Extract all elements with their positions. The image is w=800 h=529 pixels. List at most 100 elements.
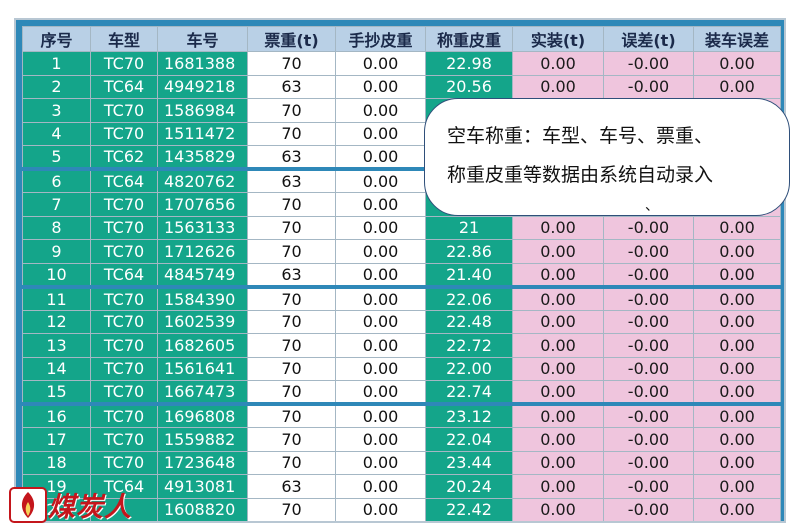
cell-loading-error: 0.00 — [693, 380, 781, 405]
cell-wagon-type: TC70 — [90, 333, 158, 358]
header-ticket-weight[interactable]: 票重(t) — [247, 26, 336, 52]
cell-actual-load: 0.00 — [512, 497, 604, 521]
cell-ticket-weight: 70 — [247, 121, 336, 146]
cell-wagon-type: TC64 — [90, 74, 158, 99]
cell-wagon-number: 1681388 — [157, 51, 248, 76]
weighing-screen: 序号 车型 车号 票重(t) 手抄皮重 称重皮重 实装(t) 误差(t) 装车误… — [14, 18, 786, 523]
cell-manual-tare: 0.00 — [335, 262, 426, 287]
cell-ticket-weight: 70 — [247, 497, 336, 521]
cell-weighed-tare: 21.40 — [425, 262, 513, 287]
cell-index: 7 — [22, 192, 91, 217]
cell-error: -0.00 — [603, 333, 694, 358]
callout-mark: 、 — [645, 198, 659, 214]
cell-loading-error: 0.00 — [693, 215, 781, 240]
cell-weighed-tare: 22.06 — [425, 284, 513, 311]
cell-wagon-number: 1511472 — [157, 121, 248, 146]
cell-manual-tare: 0.00 — [335, 474, 426, 499]
watermark-text: 煤炭人 — [48, 492, 132, 523]
cell-error: -0.00 — [603, 380, 694, 405]
table-row[interactable]: 15 TC70 1667473 70 0.00 22.74 0.00 -0.00 0.00 — [22, 380, 781, 405]
cell-index: 8 — [22, 215, 91, 240]
cell-ticket-weight: 70 — [247, 192, 336, 217]
cell-weighed-tare: 20.56 — [425, 74, 513, 99]
cell-wagon-number: 1584390 — [157, 284, 248, 311]
cell-wagon-type: TC70 — [90, 215, 158, 240]
cell-wagon-number: 4913081 — [157, 474, 248, 499]
table-row[interactable]: 18 TC70 1723648 70 0.00 23.44 0.00 -0.00 0.00 — [22, 450, 781, 475]
cell-actual-load: 0.00 — [512, 284, 604, 311]
table-row[interactable]: 17 TC70 1559882 70 0.00 22.04 0.00 -0.00 0.00 — [22, 427, 781, 452]
cell-loading-error: 0.00 — [693, 74, 781, 99]
cell-weighed-tare: 23.44 — [425, 450, 513, 475]
cell-wagon-number: 4845749 — [157, 262, 248, 287]
header-manual-tare[interactable]: 手抄皮重 — [335, 26, 426, 52]
cell-wagon-type: TC70 — [90, 121, 158, 146]
header-wagon-type[interactable]: 车型 — [90, 26, 158, 52]
cell-error: -0.00 — [603, 427, 694, 452]
cell-error: -0.00 — [603, 51, 694, 76]
cell-wagon-number: 4949218 — [157, 74, 248, 99]
cell-loading-error: 0.00 — [693, 262, 781, 287]
cell-ticket-weight: 70 — [247, 309, 336, 334]
cell-actual-load: 0.00 — [512, 309, 604, 334]
cell-index: 2 — [22, 74, 91, 99]
cell-actual-load: 0.00 — [512, 356, 604, 381]
cell-manual-tare: 0.00 — [335, 497, 426, 521]
header-weighed-tare[interactable]: 称重皮重 — [425, 26, 513, 52]
header-error[interactable]: 误差(t) — [603, 26, 694, 52]
cell-ticket-weight: 63 — [247, 262, 336, 287]
cell-actual-load: 0.00 — [512, 450, 604, 475]
cell-ticket-weight: 63 — [247, 474, 336, 499]
cell-wagon-number: 1563133 — [157, 215, 248, 240]
cell-wagon-type: TC64 — [90, 262, 158, 287]
table-row[interactable]: 10 TC64 4845749 63 0.00 21.40 0.00 -0.00 0.00 — [22, 262, 781, 287]
header-actual-load[interactable]: 实装(t) — [512, 26, 604, 52]
callout-line-2: 称重皮重等数据由系统自动录入 — [447, 164, 714, 186]
cell-loading-error: 0.00 — [693, 402, 781, 428]
table-row[interactable]: 12 TC70 1602539 70 0.00 22.48 0.00 -0.00 0.00 — [22, 309, 781, 334]
cell-ticket-weight: 70 — [247, 239, 336, 264]
cell-error: -0.00 — [603, 497, 694, 521]
cell-ticket-weight: 70 — [247, 51, 336, 76]
table-row[interactable]: 14 TC70 1561641 70 0.00 22.00 0.00 -0.00 0.00 — [22, 356, 781, 381]
cell-weighed-tare: 22.72 — [425, 333, 513, 358]
cell-loading-error: 0.00 — [693, 309, 781, 334]
cell-manual-tare: 0.00 — [335, 356, 426, 381]
cell-wagon-number: 1586984 — [157, 98, 248, 123]
cell-index: 17 — [22, 427, 91, 452]
cell-actual-load: 0.00 — [512, 427, 604, 452]
table-row[interactable]: 13 TC70 1682605 70 0.00 22.72 0.00 -0.00 0.00 — [22, 333, 781, 358]
header-loading-error[interactable]: 装车误差 — [693, 26, 781, 52]
cell-ticket-weight: 63 — [247, 74, 336, 99]
cell-error: -0.00 — [603, 215, 694, 240]
cell-wagon-type: TC70 — [90, 239, 158, 264]
annotation-callout: 空车称重：车型、车号、票重、 称重皮重等数据由系统自动录入 、 — [424, 98, 790, 216]
cell-wagon-number: 1707656 — [157, 192, 248, 217]
table-row[interactable]: 11 TC70 1584390 70 0.00 22.06 0.00 -0.00 0.00 — [22, 284, 781, 311]
cell-wagon-type: TC70 — [90, 356, 158, 381]
cell-manual-tare: 0.00 — [335, 450, 426, 475]
cell-wagon-number: 1667473 — [157, 380, 248, 405]
cell-wagon-number: 1559882 — [157, 427, 248, 452]
cell-manual-tare: 0.00 — [335, 98, 426, 123]
cell-weighed-tare: 22.04 — [425, 427, 513, 452]
cell-index: 6 — [22, 167, 91, 193]
cell-ticket-weight: 70 — [247, 215, 336, 240]
table-row[interactable]: 16 TC70 1696808 70 0.00 23.12 0.00 -0.00 0.00 — [22, 402, 781, 428]
table-row[interactable]: 1 TC70 1681388 70 0.00 22.98 0.00 -0.00 0.00 — [22, 51, 781, 76]
header-index[interactable]: 序号 — [22, 26, 91, 52]
cell-ticket-weight: 70 — [247, 427, 336, 452]
cell-weighed-tare: 22.00 — [425, 356, 513, 381]
cell-index: 3 — [22, 98, 91, 123]
table-row[interactable]: 9 TC70 1712626 70 0.00 22.86 0.00 -0.00 0.00 — [22, 239, 781, 264]
table-row[interactable]: 2 TC64 4949218 63 0.00 20.56 0.00 -0.00 0.00 — [22, 74, 781, 99]
callout-line-1: 空车称重：车型、车号、票重、 — [447, 125, 714, 147]
cell-ticket-weight: 63 — [247, 145, 336, 170]
cell-ticket-weight: 70 — [247, 380, 336, 405]
cell-manual-tare: 0.00 — [335, 215, 426, 240]
cell-wagon-number: 1712626 — [157, 239, 248, 264]
table-row[interactable]: 8 TC70 1563133 70 0.00 21 0.00 -0.00 0.00 — [22, 215, 781, 240]
header-wagon-number[interactable]: 车号 — [157, 26, 248, 52]
cell-weighed-tare: 20.24 — [425, 474, 513, 499]
cell-ticket-weight: 63 — [247, 167, 336, 193]
